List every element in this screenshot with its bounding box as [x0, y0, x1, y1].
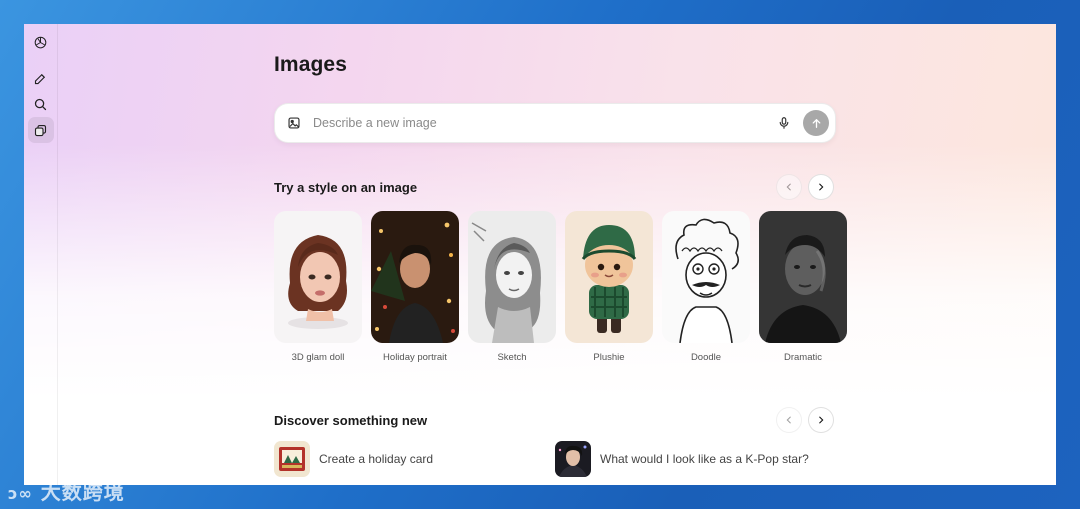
add-image-icon[interactable]: [287, 116, 301, 130]
style-card-doodle[interactable]: Doodle: [662, 211, 750, 363]
watermark-logo-icon: ↄ∞: [8, 484, 33, 503]
chevron-left-icon: [786, 416, 791, 424]
style-label: 3D glam doll: [291, 352, 345, 363]
styles-prev-button[interactable]: [776, 174, 802, 200]
openai-logo-icon[interactable]: [28, 29, 54, 55]
chevron-left-icon: [786, 183, 791, 191]
style-label: Plushie: [593, 352, 625, 363]
style-thumb-doodle: [662, 211, 750, 343]
arrow-up-icon: [812, 118, 820, 128]
style-card-sketch[interactable]: Sketch: [468, 211, 556, 363]
discover-prev-button[interactable]: [776, 407, 802, 433]
style-label: Sketch: [497, 352, 527, 363]
chevron-right-icon: [819, 183, 824, 191]
style-thumb-3d-glam-doll: [274, 211, 362, 343]
style-thumb-sketch: [468, 211, 556, 343]
style-thumb-plushie: [565, 211, 653, 343]
prompt-input[interactable]: Describe a new image: [313, 116, 777, 130]
discover-item-label: Create a holiday card: [319, 452, 434, 466]
kpop-star-thumbnail: [555, 441, 591, 477]
app-window: Images Describe a new image Try a style …: [24, 24, 1056, 485]
sidebar: [24, 24, 58, 485]
microphone-icon[interactable]: [777, 116, 791, 130]
style-card-holiday-portrait[interactable]: Holiday portrait: [371, 211, 459, 363]
discover-section-title: Discover something new: [274, 413, 428, 428]
style-carousel: 3D glam doll Holiday portrait Sketch Plu…: [274, 211, 847, 363]
holiday-card-thumbnail: [274, 441, 310, 477]
image-prompt-composer[interactable]: Describe a new image: [274, 103, 836, 143]
send-button[interactable]: [803, 110, 829, 136]
style-thumb-holiday-portrait: [371, 211, 459, 343]
page-title: Images: [274, 53, 347, 76]
style-label: Holiday portrait: [383, 352, 447, 363]
search-icon[interactable]: [28, 91, 54, 117]
discover-item-label: What would I look like as a K-Pop star?: [600, 452, 809, 466]
discover-item-holiday-card[interactable]: Create a holiday card: [274, 441, 555, 477]
styles-section-title: Try a style on an image: [274, 180, 418, 195]
main-content: Images Describe a new image Try a style …: [274, 24, 847, 485]
style-card-plushie[interactable]: Plushie: [565, 211, 653, 363]
discover-item-kpop-star[interactable]: What would I look like as a K-Pop star?: [555, 441, 836, 477]
chevron-right-icon: [819, 416, 824, 424]
discover-next-button[interactable]: [808, 407, 834, 433]
discover-list: Create a holiday card What would I look …: [274, 441, 836, 477]
style-label: Doodle: [690, 352, 722, 363]
style-label: Dramatic: [783, 352, 822, 363]
style-card-dramatic[interactable]: Dramatic: [759, 211, 847, 363]
new-chat-icon[interactable]: [28, 65, 54, 91]
images-icon[interactable]: [27, 117, 54, 143]
style-card-3d-glam-doll[interactable]: 3D glam doll: [274, 211, 362, 363]
styles-next-button[interactable]: [808, 174, 834, 200]
style-thumb-dramatic: [759, 211, 847, 343]
